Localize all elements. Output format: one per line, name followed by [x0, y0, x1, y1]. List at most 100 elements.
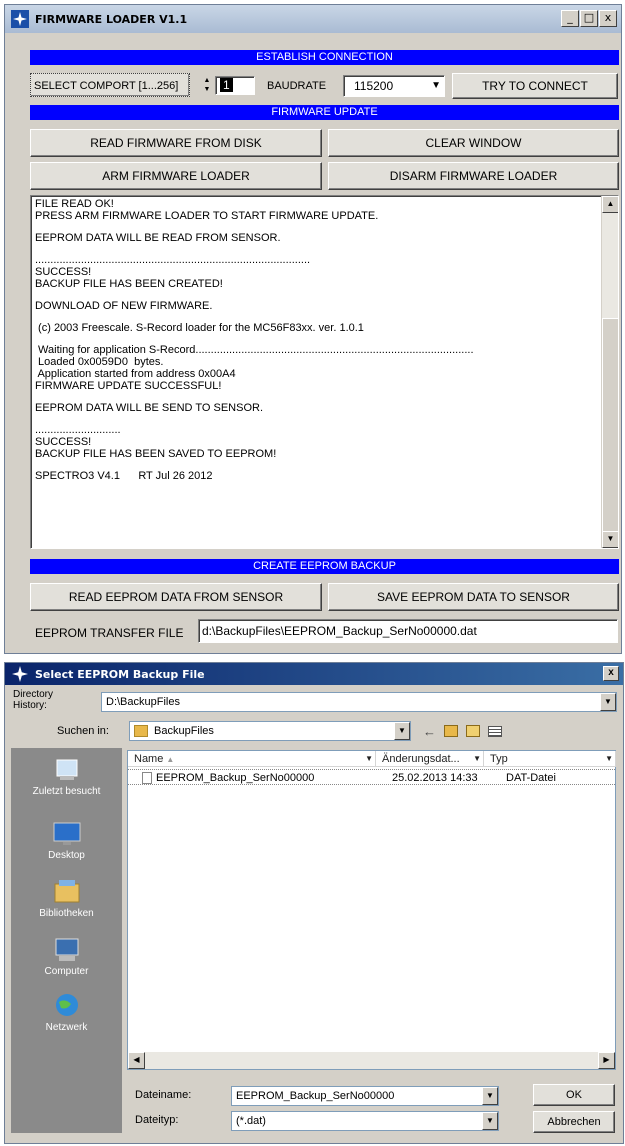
place-label: Netzwerk: [45, 1022, 88, 1033]
file-list[interactable]: Name ▲ ▼ Änderungsdat... ▼ Typ ▼ EEPROM_Bac…: [127, 750, 616, 1070]
back-arrow-icon[interactable]: ←: [423, 724, 436, 739]
column-filter-icon: ▼: [605, 754, 613, 763]
dropdown-arrow-icon[interactable]: ▼: [482, 1087, 498, 1105]
log-line: EEPROM DATA WILL BE READ FROM SENSOR.: [35, 232, 281, 244]
maximize-button[interactable]: □: [580, 10, 598, 27]
search-in-combo[interactable]: BackupFiles ▼: [129, 721, 411, 741]
disarm-firmware-button[interactable]: DISARM FIRMWARE LOADER: [328, 162, 619, 190]
scroll-right-icon[interactable]: ▶: [598, 1052, 615, 1069]
place-label: Computer: [44, 966, 89, 977]
place-desktop[interactable]: Desktop: [11, 820, 122, 861]
firmware-update-header: FIRMWARE UPDATE: [30, 105, 619, 120]
scroll-down-icon[interactable]: ▼: [602, 531, 618, 548]
column-name[interactable]: Name ▲ ▼: [128, 751, 376, 767]
app-star-icon: [11, 665, 29, 683]
history-combo[interactable]: D:\BackupFiles ▼: [101, 692, 617, 712]
save-eeprom-button[interactable]: SAVE EEPROM DATA TO SENSOR: [328, 583, 619, 611]
place-libraries[interactable]: Bibliotheken: [11, 878, 122, 919]
place-computer[interactable]: Computer: [11, 936, 122, 977]
clear-window-button[interactable]: CLEAR WINDOW: [328, 129, 619, 157]
column-date[interactable]: Änderungsdat... ▼: [376, 751, 484, 767]
file-list-header: Name ▲ ▼ Änderungsdat... ▼ Typ ▼: [128, 751, 616, 767]
read-firmware-button[interactable]: READ FIRMWARE FROM DISK: [30, 129, 322, 157]
column-type[interactable]: Typ ▼: [484, 751, 616, 767]
minimize-button[interactable]: _: [561, 10, 579, 27]
log-scrollbar[interactable]: ▲ ▼: [601, 196, 618, 548]
place-recent[interactable]: Zuletzt besucht: [11, 756, 122, 797]
log-line: FILE READ OK!: [35, 198, 114, 210]
log-line: Waiting for application S-Record........…: [35, 344, 474, 356]
spin-down-icon[interactable]: ▼: [202, 85, 212, 94]
filetype-label: Dateityp:: [135, 1114, 179, 1126]
scroll-up-icon[interactable]: ▲: [602, 196, 618, 213]
places-bar: Zuletzt besucht Desktop Bibliotheken Com…: [11, 748, 122, 1133]
filename-label: Dateiname:: [135, 1089, 192, 1101]
horizontal-scrollbar[interactable]: ◀ ▶: [128, 1052, 615, 1069]
scroll-left-icon[interactable]: ◀: [128, 1052, 145, 1069]
log-line: ............................: [35, 424, 121, 436]
dropdown-arrow-icon[interactable]: ▼: [600, 693, 616, 711]
baudrate-value: 115200: [354, 79, 394, 93]
up-folder-icon[interactable]: [444, 725, 458, 737]
place-label: Zuletzt besucht: [32, 786, 101, 797]
dialog-title: Select EEPROM Backup File: [35, 667, 205, 681]
filename-value: EEPROM_Backup_SerNo00000: [236, 1090, 395, 1102]
comport-field[interactable]: 1: [215, 76, 255, 95]
read-eeprom-button[interactable]: READ EEPROM DATA FROM SENSOR: [30, 583, 322, 611]
place-network[interactable]: Netzwerk: [11, 992, 122, 1033]
dropdown-arrow-icon[interactable]: ▼: [482, 1112, 498, 1130]
filename-combo[interactable]: EEPROM_Backup_SerNo00000 ▼: [231, 1086, 499, 1106]
cancel-button[interactable]: Abbrechen: [533, 1111, 615, 1133]
sort-arrow-icon: ▲: [166, 755, 175, 764]
log-line: Application started from address 0x00A4: [35, 368, 236, 380]
log-text: FILE READ OK! PRESS ARM FIRMWARE LOADER T…: [35, 198, 598, 482]
try-to-connect-button[interactable]: TRY TO CONNECT: [452, 73, 618, 99]
history-value: D:\BackupFiles: [106, 696, 180, 708]
log-line: BACKUP FILE HAS BEEN CREATED!: [35, 278, 223, 290]
app-star-icon: [11, 10, 29, 28]
filetype-select[interactable]: (*.dat) ▼: [231, 1111, 499, 1131]
close-button[interactable]: x: [599, 10, 617, 27]
file-date: 25.02.2013 14:33: [392, 772, 478, 784]
dropdown-arrow-icon[interactable]: ▼: [394, 722, 410, 740]
log-line: SUCCESS!: [35, 436, 92, 448]
dialog-title-bar: Select EEPROM Backup File: [5, 663, 623, 685]
dropdown-arrow-icon[interactable]: ▼: [431, 76, 441, 96]
transfer-file-label: EEPROM TRANSFER FILE: [35, 626, 184, 640]
comport-value: 1: [220, 78, 233, 92]
arm-firmware-button[interactable]: ARM FIRMWARE LOADER: [30, 162, 322, 190]
scroll-thumb[interactable]: [602, 318, 618, 533]
baudrate-select[interactable]: 115200 ▼: [343, 75, 445, 97]
log-output[interactable]: FILE READ OK! PRESS ARM FIRMWARE LOADER T…: [30, 195, 619, 549]
new-folder-icon[interactable]: [466, 725, 480, 737]
column-filter-icon: ▼: [473, 754, 481, 763]
column-filter-icon: ▼: [365, 754, 373, 763]
history-label: Directory History:: [13, 689, 54, 711]
comport-spinner[interactable]: ▲ ▼: [202, 76, 212, 94]
libraries-icon: [54, 880, 79, 903]
view-menu-icon[interactable]: [488, 725, 502, 737]
filetype-value: (*.dat): [236, 1115, 266, 1127]
spin-up-icon[interactable]: ▲: [202, 76, 212, 85]
log-line: BACKUP FILE HAS BEEN SAVED TO EEPROM!: [35, 448, 277, 460]
window-title: FIRMWARE LOADER V1.1: [35, 12, 188, 26]
log-line: (c) 2003 Freescale. S-Record loader for …: [35, 322, 364, 334]
file-row[interactable]: EEPROM_Backup_SerNo00000 25.02.2013 14:3…: [128, 769, 615, 785]
desktop-icon: [53, 822, 80, 845]
computer-icon: [55, 938, 78, 961]
toolbar: ←: [423, 721, 523, 741]
file-name: EEPROM_Backup_SerNo00000: [156, 772, 315, 784]
log-line: EEPROM DATA WILL BE SEND TO SENSOR.: [35, 402, 263, 414]
dialog-close-button[interactable]: x: [603, 666, 619, 681]
select-comport-label: SELECT COMPORT [1...256]: [30, 73, 190, 97]
folder-icon: [134, 725, 148, 737]
place-label: Bibliotheken: [39, 908, 94, 919]
transfer-file-field[interactable]: d:\BackupFiles\EEPROM_Backup_SerNo00000.…: [198, 619, 618, 643]
ok-button[interactable]: OK: [533, 1084, 615, 1106]
